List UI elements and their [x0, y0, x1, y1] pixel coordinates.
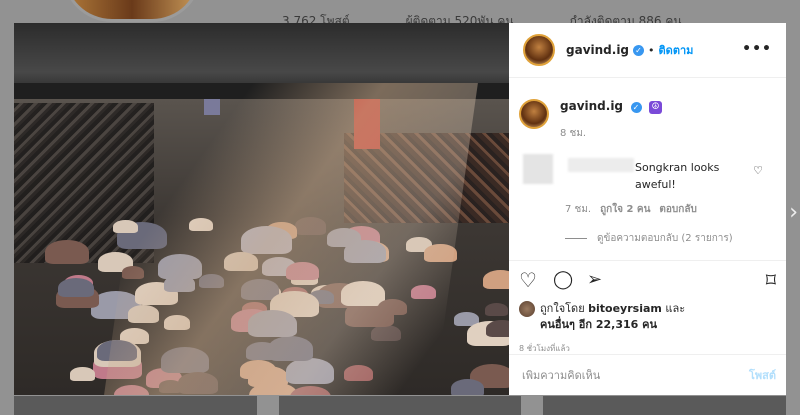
reply-button[interactable]: ตอบกลับ — [659, 202, 696, 217]
post-sidebar: gavind.ig ✓ • ติดตาม ••• gavind.ig ✓ ☮ 8… — [509, 23, 786, 395]
and-label: และ — [665, 302, 686, 315]
more-options-icon[interactable]: ••• — [742, 41, 772, 57]
grid-thumbnail[interactable] — [278, 396, 522, 415]
photo-umbrella — [70, 367, 95, 381]
commenter-username-blurred[interactable] — [568, 158, 634, 172]
view-replies[interactable]: ดูข้อความตอบกลับ (2 รายการ) — [565, 231, 733, 246]
share-paper-plane-icon[interactable]: ➢ — [587, 269, 602, 291]
photo-umbrella — [485, 319, 509, 338]
comment-meta: 7 ชม. ถูกใจ 2 คน ตอบกลับ — [565, 202, 697, 217]
liker-username[interactable]: bitoeyrsiam — [588, 302, 662, 315]
follow-button[interactable]: ติดตาม — [659, 41, 694, 59]
post-actions: ♡ ◯ ➢ ⌑ ถูกใจโดย bitoeyrsiam และ คนอื่นๆ… — [509, 260, 786, 355]
view-replies-label[interactable]: ดูข้อความตอบกลับ (2 รายการ) — [597, 231, 733, 246]
post-modal: gavind.ig ✓ • ติดตาม ••• gavind.ig ✓ ☮ 8… — [14, 23, 786, 395]
liker-avatar[interactable] — [519, 301, 535, 317]
others-count[interactable]: คนอื่นๆ อีก 22,316 คน — [540, 318, 657, 331]
like-heart-icon[interactable]: ♡ — [519, 269, 537, 291]
add-comment-bar: โพสต์ — [509, 354, 786, 395]
caption-avatar[interactable] — [519, 99, 549, 129]
post-photo[interactable] — [14, 23, 509, 395]
comment-input[interactable] — [522, 368, 712, 382]
post-header: gavind.ig ✓ • ติดตาม ••• — [509, 23, 786, 78]
comment-like-icon[interactable]: ♡ — [753, 164, 763, 177]
comment-text: Songkran looks aweful! — [635, 161, 720, 191]
profile-avatar — [62, 0, 202, 22]
liked-by-label: ถูกใจโดย — [540, 302, 585, 315]
caption-username[interactable]: gavind.ig — [560, 99, 623, 113]
next-post-arrow-icon[interactable]: › — [789, 200, 798, 225]
comment-time: 7 ชม. — [565, 204, 592, 215]
photo-umbrella — [450, 378, 485, 395]
likes-summary: ถูกใจโดย bitoeyrsiam และ คนอื่นๆ อีก 22,… — [519, 301, 776, 333]
replies-line — [565, 238, 587, 239]
peace-emoji-icon: ☮ — [649, 100, 663, 114]
post-comment-button[interactable]: โพสต์ — [749, 366, 776, 384]
photo-umbrella — [45, 240, 89, 264]
caption: gavind.ig ✓ ☮ 8 ชม. — [519, 99, 663, 141]
photo-umbrella — [58, 277, 95, 298]
photo-water-spray — [100, 83, 478, 395]
save-bookmark-icon[interactable]: ⌑ — [766, 269, 776, 291]
comment-likes[interactable]: ถูกใจ 2 คน — [600, 202, 650, 217]
avatar[interactable] — [523, 34, 555, 66]
header-username[interactable]: gavind.ig — [566, 43, 629, 57]
caption-time: 8 ชม. — [560, 127, 587, 139]
profile-grid — [14, 396, 787, 415]
photo-umbrella — [484, 303, 508, 316]
separator-dot: • — [648, 43, 655, 57]
grid-thumbnail[interactable] — [543, 396, 787, 415]
comment-bubble-icon[interactable]: ◯ — [553, 269, 573, 291]
commenter-avatar-blurred[interactable] — [523, 154, 553, 184]
verified-badge-icon: ✓ — [630, 101, 642, 113]
photo-umbrella — [482, 269, 509, 290]
grid-thumbnail[interactable] — [14, 396, 257, 415]
verified-badge-icon: ✓ — [633, 44, 645, 56]
